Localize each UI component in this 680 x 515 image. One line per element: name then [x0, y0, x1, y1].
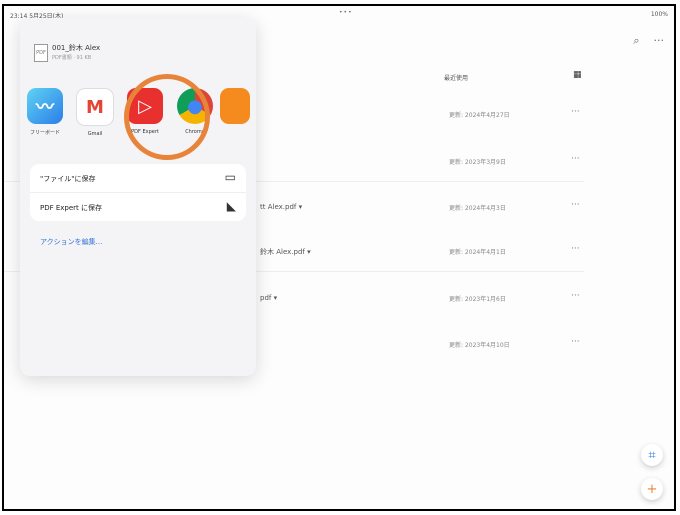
edit-actions-link[interactable]: アクションを編集...: [40, 237, 102, 247]
search-icon[interactable]: ⌕: [633, 34, 639, 48]
more-icon[interactable]: ···: [571, 291, 580, 301]
scan-button[interactable]: ⌗: [641, 444, 663, 466]
more-icon[interactable]: ···: [571, 244, 580, 254]
battery-status: 100%: [650, 11, 668, 18]
app-partial-icon: [220, 88, 250, 124]
share-actions: "ファイル"に保存 ▭ PDF Expert に保存 ◣: [30, 164, 246, 221]
pdf-expert-small-icon: ◣: [226, 199, 236, 213]
gmail-icon: M: [76, 88, 114, 126]
add-button[interactable]: +: [641, 478, 663, 500]
share-sheet: PDF 001_鈴木 Alex PDF書類 · 91 KB 〰 フリーボード M…: [20, 18, 256, 376]
more-icon[interactable]: ···: [571, 200, 580, 210]
freeform-icon: 〰: [27, 88, 63, 124]
share-app-freeform[interactable]: 〰 フリーボード: [20, 88, 70, 136]
save-to-pdf-expert-action[interactable]: PDF Expert に保存 ◣: [30, 193, 246, 221]
save-to-files-action[interactable]: "ファイル"に保存 ▭: [30, 164, 246, 193]
more-icon[interactable]: ···: [571, 337, 580, 347]
doc-title: 001_鈴木 Alex: [52, 44, 101, 52]
highlight-circle: [124, 74, 210, 160]
share-app-gmail[interactable]: M Gmail: [70, 88, 120, 137]
share-app-more[interactable]: [220, 88, 256, 124]
multitask-dots[interactable]: •••: [339, 9, 353, 16]
grid-view-icon[interactable]: ▦: [573, 70, 582, 80]
more-icon[interactable]: ···: [571, 154, 580, 164]
app-window: 23:14 5月25日(木) ••• 100% ⌕ ··· 最近使用 ▦ 更新:…: [2, 4, 676, 511]
more-icon[interactable]: ···: [654, 34, 665, 48]
toolbar: ⌕ ···: [633, 34, 664, 48]
share-doc-header: PDF 001_鈴木 Alex PDF書類 · 91 KB: [34, 40, 244, 70]
document-thumbnail-icon: PDF: [34, 44, 48, 62]
sort-header[interactable]: 最近使用: [444, 73, 468, 82]
folder-icon: ▭: [224, 170, 236, 184]
doc-subtitle: PDF書類 · 91 KB: [52, 55, 92, 61]
more-icon[interactable]: ···: [571, 107, 580, 117]
